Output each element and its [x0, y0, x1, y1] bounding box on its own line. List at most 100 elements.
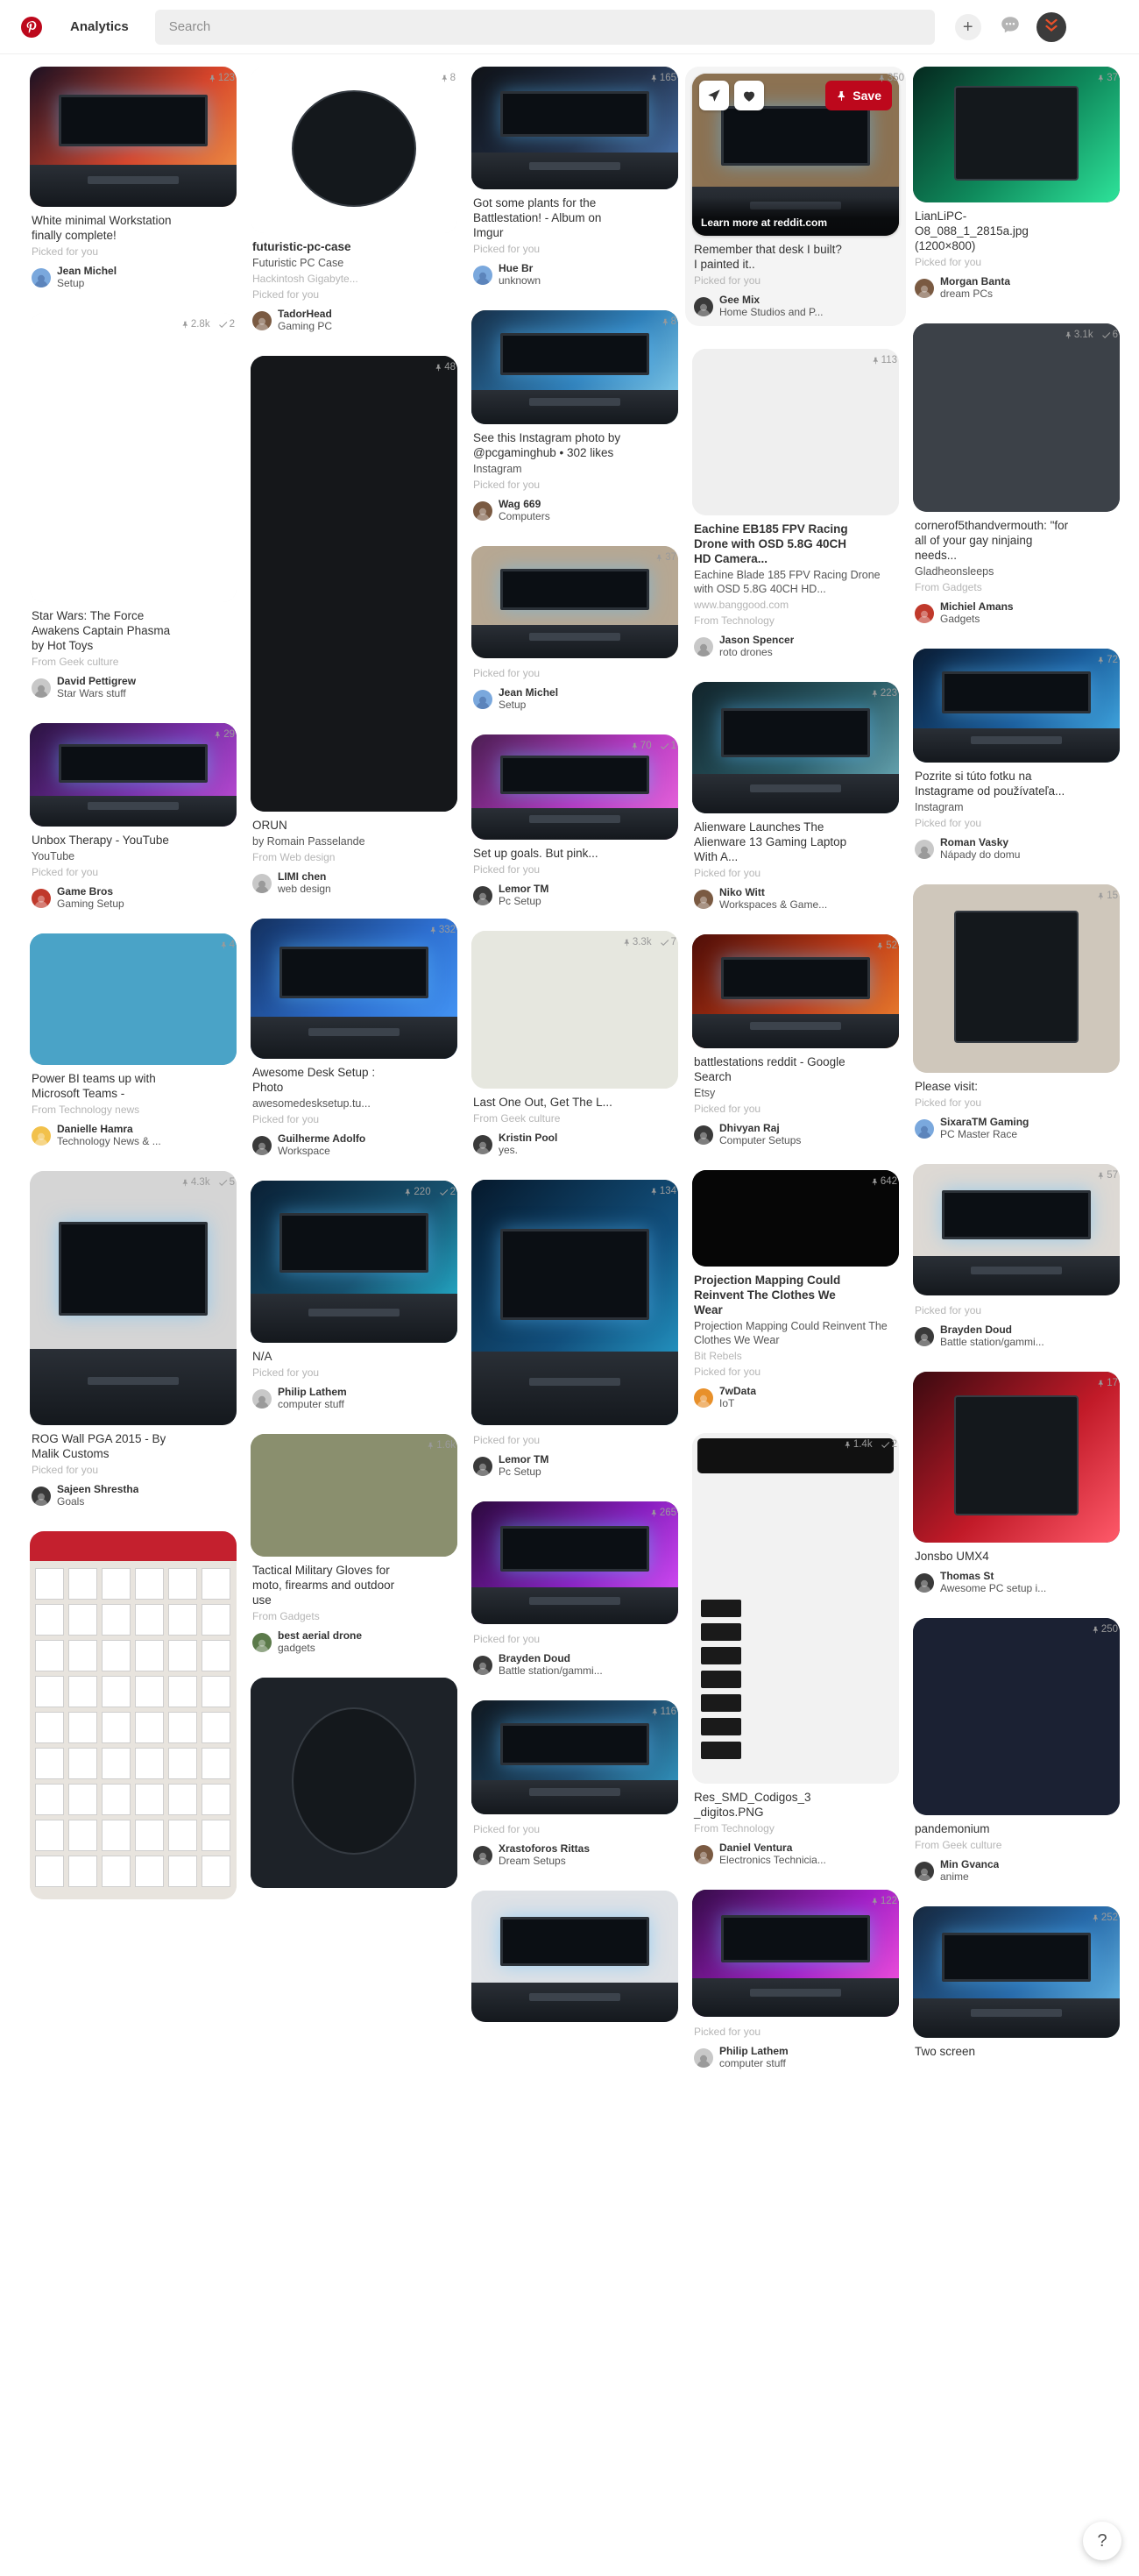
- pin-card[interactable]: Picked for you 57 Brayden Doud Battle stati…: [913, 1164, 1120, 1349]
- avatar[interactable]: [252, 1135, 272, 1155]
- pin-title[interactable]: Pozrite si túto fotku na Instagrame od p…: [915, 769, 1118, 798]
- pin-image-container[interactable]: [251, 67, 457, 233]
- pinner-name[interactable]: Sajeen Shrestha: [57, 1483, 138, 1495]
- pin-attribution[interactable]: Min Gvanca anime: [915, 1858, 1118, 1884]
- avatar[interactable]: [915, 1861, 934, 1881]
- board-name[interactable]: Technology News & ...: [57, 1135, 161, 1148]
- board-name[interactable]: Battle station/gammi...: [499, 1664, 603, 1678]
- pin-image-container[interactable]: [251, 1434, 457, 1557]
- pin-image[interactable]: [471, 310, 678, 424]
- pin-image-container[interactable]: [692, 1890, 899, 2017]
- pin-attribution[interactable]: Brayden Doud Battle station/gammi...: [473, 1652, 676, 1678]
- board-name[interactable]: PC Master Race: [940, 1128, 1029, 1141]
- pin-title[interactable]: Eachine EB185 FPV Racing Drone with OSD …: [694, 522, 897, 566]
- pin-card[interactable]: Projection Mapping Could Reinvent The Cl…: [692, 1170, 899, 1410]
- avatar[interactable]: [473, 885, 492, 905]
- pin-card[interactable]: pandemonium From Geek culture 250 Min Gvanc…: [913, 1618, 1120, 1884]
- pin-image[interactable]: [692, 1170, 899, 1267]
- pin-title[interactable]: Res_SMD_Codigos_3 _digitos.PNG: [694, 1790, 897, 1820]
- pin-image[interactable]: [692, 682, 899, 813]
- pin-title[interactable]: Set up goals. But pink...: [473, 846, 676, 861]
- pin-attribution[interactable]: Xrastoforos Rittas Dream Setups: [473, 1842, 676, 1868]
- pin-image-container[interactable]: [471, 310, 678, 424]
- pin-title[interactable]: battlestations reddit - Google Search: [694, 1054, 897, 1084]
- pin-card[interactable]: [471, 1891, 678, 2028]
- pinner-name[interactable]: Jean Michel: [499, 686, 558, 699]
- pin-card[interactable]: Pozrite si túto fotku na Instagrame od p…: [913, 649, 1120, 862]
- pinner-name[interactable]: Kristin Pool: [499, 1132, 557, 1144]
- pinner-name[interactable]: Roman Vasky: [940, 836, 1020, 848]
- pinner-name[interactable]: TadorHead: [278, 308, 332, 320]
- avatar[interactable]: [694, 1125, 713, 1145]
- help-button[interactable]: ?: [1083, 2522, 1121, 2560]
- pin-title[interactable]: Projection Mapping Could Reinvent The Cl…: [694, 1273, 897, 1317]
- pin-title[interactable]: ORUN: [252, 818, 456, 833]
- pinner-name[interactable]: Thomas St: [940, 1570, 1046, 1582]
- pin-title[interactable]: Power BI teams up with Microsoft Teams -: [32, 1071, 235, 1101]
- nav-analytics-label[interactable]: Analytics: [58, 10, 141, 44]
- pin-attribution[interactable]: Morgan Banta dream PCs: [915, 275, 1118, 301]
- save-button[interactable]: Save: [825, 81, 892, 110]
- pin-attribution[interactable]: Sajeen Shrestha Goals: [32, 1483, 235, 1508]
- pin-image-container[interactable]: [913, 1618, 1120, 1815]
- avatar[interactable]: [915, 1326, 934, 1346]
- pin-title[interactable]: Please visit:: [915, 1079, 1118, 1094]
- board-name[interactable]: Computer Setups: [719, 1134, 801, 1147]
- board-name[interactable]: Battle station/gammi...: [940, 1336, 1044, 1349]
- pin-attribution[interactable]: Hue Br unknown: [473, 262, 676, 287]
- pin-source-domain[interactable]: www.banggood.com: [694, 598, 897, 612]
- pin-image[interactable]: [471, 67, 678, 189]
- avatar[interactable]: [32, 1486, 51, 1506]
- pin-attribution[interactable]: Kristin Pool yes.: [473, 1132, 676, 1157]
- avatar[interactable]: [694, 296, 713, 316]
- pin-image[interactable]: [251, 919, 457, 1059]
- pin-image-container[interactable]: Save Learn more at reddit.com: [692, 74, 899, 236]
- pinner-name[interactable]: Danielle Hamra: [57, 1123, 161, 1135]
- pin-image[interactable]: [30, 313, 237, 602]
- pin-image[interactable]: [251, 356, 457, 812]
- pin-card[interactable]: Picked for you 37 Jean Michel Setup: [471, 546, 678, 712]
- pin-image-container[interactable]: [471, 1180, 678, 1425]
- pin-image[interactable]: [692, 1890, 899, 2017]
- pinner-name[interactable]: Hue Br: [499, 262, 541, 274]
- avatar[interactable]: [915, 839, 934, 859]
- pin-image[interactable]: [471, 1180, 678, 1425]
- pin-title[interactable]: Alienware Launches The Alienware 13 Gami…: [694, 820, 897, 864]
- pin-image[interactable]: [251, 67, 457, 233]
- avatar[interactable]: [694, 1844, 713, 1864]
- pinner-name[interactable]: 7wData: [719, 1385, 756, 1397]
- pin-attribution[interactable]: best aerial drone gadgets: [252, 1629, 456, 1655]
- pin-image-container[interactable]: [692, 1433, 899, 1784]
- pin-image[interactable]: [471, 931, 678, 1089]
- pin-image[interactable]: [471, 1891, 678, 2022]
- pin-card[interactable]: [251, 1678, 457, 1894]
- pin-attribution[interactable]: Roman Vasky Nápady do domu: [915, 836, 1118, 862]
- pinner-name[interactable]: best aerial drone: [278, 1629, 362, 1642]
- pin-card[interactable]: Jonsbo UMX4 17 Thomas St Awesome PC setup i…: [913, 1372, 1120, 1595]
- board-name[interactable]: computer stuff: [719, 2057, 789, 2070]
- board-name[interactable]: roto drones: [719, 646, 794, 659]
- learn-more-label[interactable]: Learn more at reddit.com: [692, 197, 899, 236]
- pin-attribution[interactable]: Jean Michel Setup: [32, 265, 235, 290]
- avatar[interactable]: [473, 1845, 492, 1865]
- pin-attribution[interactable]: Philip Lathem computer stuff: [694, 2045, 897, 2070]
- pin-image-container[interactable]: [471, 67, 678, 189]
- avatar[interactable]: [473, 500, 492, 521]
- pin-attribution[interactable]: David Pettigrew Star Wars stuff: [32, 675, 235, 700]
- pin-image-container[interactable]: [30, 1531, 237, 1899]
- pin-image[interactable]: [30, 933, 237, 1065]
- board-name[interactable]: Dream Setups: [499, 1855, 590, 1868]
- pinner-name[interactable]: LIMI chen: [278, 870, 331, 883]
- pinner-name[interactable]: Niko Witt: [719, 886, 827, 898]
- pin-attribution[interactable]: Michiel Amans Gadgets: [915, 600, 1118, 626]
- pin-attribution[interactable]: Danielle Hamra Technology News & ...: [32, 1123, 235, 1148]
- board-name[interactable]: gadgets: [278, 1642, 362, 1655]
- pin-title[interactable]: Star Wars: The Force Awakens Captain Pha…: [32, 608, 235, 653]
- pin-image-container[interactable]: [251, 356, 457, 812]
- pin-image[interactable]: [251, 1181, 457, 1343]
- pin-image[interactable]: [471, 546, 678, 658]
- pinner-name[interactable]: Daniel Ventura: [719, 1842, 826, 1854]
- avatar[interactable]: [473, 1456, 492, 1476]
- pin-image[interactable]: [251, 1678, 457, 1888]
- pin-image-container[interactable]: [251, 1181, 457, 1343]
